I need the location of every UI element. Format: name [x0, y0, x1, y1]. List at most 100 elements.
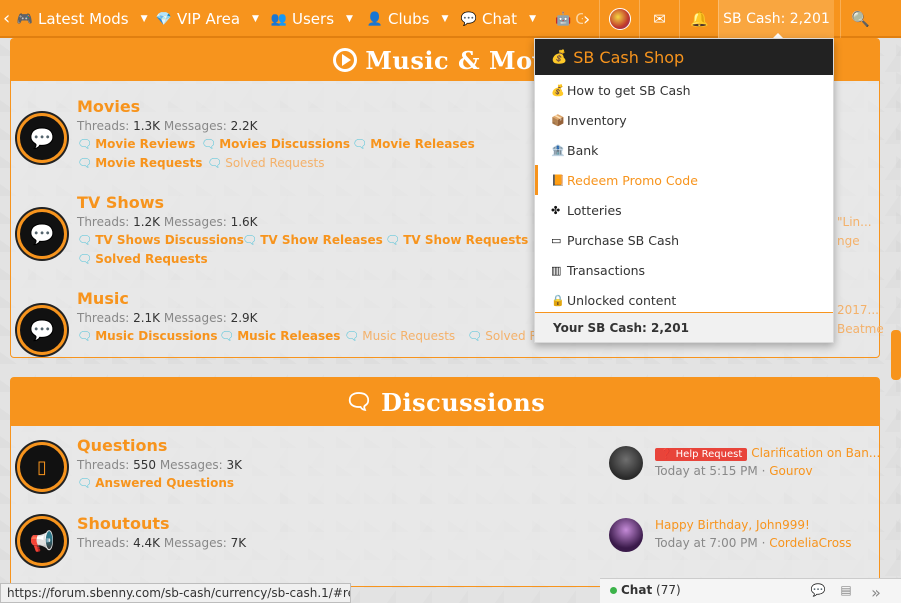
- forum-stats: Threads: 550 Messages: 3K: [77, 458, 243, 472]
- chevron-down-icon[interactable]: ▼: [141, 14, 148, 24]
- chat-bubble-icon: 🗨: [77, 233, 93, 247]
- menu-item-inventory[interactable]: 📦 Inventory: [535, 105, 833, 135]
- chat-bubble-icon: 🗨: [77, 137, 93, 151]
- subforum-link[interactable]: 🗨 Answered Questions: [77, 476, 234, 490]
- chat-bubble-icon: 🗨: [352, 137, 368, 151]
- sb-cash-button[interactable]: SB Cash: 2,201: [718, 0, 834, 40]
- nav-users[interactable]: 👥 Users ▼: [270, 0, 353, 38]
- search-icon: 🔍: [851, 10, 870, 28]
- forum-stats: Threads: 4.4K Messages: 7K: [77, 536, 247, 550]
- forum-stats: Threads: 1.2K Messages: 1.6K: [77, 215, 258, 229]
- box-icon: 📦: [551, 113, 565, 127]
- subforum-link[interactable]: 🗨 Music Releases: [219, 329, 340, 343]
- latest-post-fragment[interactable]: Beatme: [837, 322, 884, 336]
- scrollbar-thumb[interactable]: [891, 330, 901, 380]
- panel-title: Discussions: [381, 387, 546, 417]
- chevron-right-icon[interactable]: »: [868, 583, 884, 602]
- discussions-header[interactable]: 🗨 Discussions: [11, 378, 879, 426]
- rss-icon[interactable]: ▤: [838, 583, 854, 599]
- latest-post-fragment[interactable]: "Lin...: [837, 215, 872, 229]
- feedback-icon[interactable]: 💬: [810, 583, 826, 599]
- sb-cash-label: SB Cash: 2,201: [723, 11, 830, 27]
- bell-icon: 🔔: [690, 10, 709, 28]
- latest-post-fragment[interactable]: 2017...: [837, 303, 879, 317]
- chat-bubble-icon: 🗨: [207, 156, 223, 170]
- chat-bubble-icon: 🗨: [242, 233, 258, 247]
- chat-toggle[interactable]: Chat (77): [610, 583, 681, 597]
- subforum-link[interactable]: 🗨 TV Shows Discussions: [77, 233, 244, 247]
- subforum-link[interactable]: 🗨 Movie Requests: [77, 156, 202, 170]
- clover-icon: ✤: [551, 203, 561, 217]
- diamond-icon: 💎: [155, 11, 173, 27]
- nav-chat[interactable]: 💬 Chat ▼: [460, 0, 536, 38]
- latest-post-fragment[interactable]: nge: [837, 234, 860, 248]
- forum-title[interactable]: Music: [77, 289, 129, 308]
- search-button[interactable]: 🔍: [840, 0, 880, 38]
- forum-shoutouts: 📢 Shoutouts Threads: 4.4K Messages: 7K H…: [11, 512, 879, 582]
- menu-item-bank[interactable]: 🏦 Bank: [535, 135, 833, 165]
- avatar[interactable]: [609, 446, 643, 480]
- discussions-panel: 🗨 Discussions ▯ Questions Threads: 550 M…: [10, 377, 880, 587]
- subforum-link[interactable]: 🗨 Solved Requests: [77, 252, 208, 266]
- latest-post-title[interactable]: ❓ Help Request Clarification on Ban...: [655, 446, 880, 461]
- nav-vip-area-label: VIP Area: [177, 10, 241, 28]
- forum-title[interactable]: Shoutouts: [77, 514, 170, 533]
- chat-bubble-icon: 🗨: [77, 476, 93, 490]
- alerts-button[interactable]: 🔔: [679, 0, 719, 38]
- subforum-link[interactable]: 🗨 Solved Requests: [207, 156, 324, 170]
- nav-clubs[interactable]: 👤 Clubs ▼: [366, 0, 449, 38]
- account-avatar-button[interactable]: [599, 0, 639, 38]
- scroll-left-arrow-icon[interactable]: ‹: [3, 9, 17, 29]
- sb-cash-menu-title: SB Cash Shop: [573, 47, 685, 67]
- subforum-link[interactable]: 🗨 Music Discussions: [77, 329, 217, 343]
- latest-post-title[interactable]: Happy Birthday, John999!: [655, 518, 810, 532]
- subforum-link[interactable]: 🗨 Movies Discussions: [201, 137, 350, 151]
- chat-bubble-icon: 💬: [460, 11, 478, 27]
- avatar[interactable]: [609, 518, 643, 552]
- chat-bubble-icon: 🗨: [201, 137, 217, 151]
- menu-item-unlocked-content[interactable]: 🔒 Unlocked content: [535, 285, 833, 315]
- menu-item-transactions[interactable]: ▥ Transactions: [535, 255, 833, 285]
- forum-title[interactable]: Movies: [77, 97, 140, 116]
- nav-games[interactable]: 🤖 G: [555, 0, 583, 38]
- users-icon: 👥: [270, 11, 288, 27]
- envelope-icon: ✉: [653, 10, 666, 28]
- scroll-right-arrow-icon[interactable]: ›: [583, 9, 590, 30]
- nav-latest-mods[interactable]: 🎮 Latest Mods ▼: [16, 0, 148, 38]
- subforum-link[interactable]: 🗨 TV Show Releases: [242, 233, 383, 247]
- help-request-badge: ❓ Help Request: [655, 448, 748, 461]
- forum-title[interactable]: Questions: [77, 436, 167, 455]
- subforum-link[interactable]: 🗨 Movie Reviews: [77, 137, 195, 151]
- sb-cash-menu: 💰 SB Cash Shop 💰 How to get SB Cash 📦 In…: [534, 38, 834, 343]
- forum-title[interactable]: TV Shows: [77, 193, 164, 212]
- subforum-link[interactable]: 🗨 Music Requests: [344, 329, 455, 343]
- chevron-down-icon[interactable]: ▼: [529, 14, 536, 24]
- menu-item-redeem-promo[interactable]: 📙 Redeem Promo Code: [535, 165, 833, 195]
- latest-post-user[interactable]: CordeliaCross: [769, 536, 851, 550]
- chat-bubble-icon: 🗨: [77, 329, 93, 343]
- robot-icon: 🤖: [555, 11, 572, 27]
- chevron-down-icon[interactable]: ▼: [252, 14, 259, 24]
- inbox-button[interactable]: ✉: [639, 0, 679, 38]
- latest-post: Happy Birthday, John999! Today at 7:00 P…: [609, 518, 869, 558]
- chevron-down-icon[interactable]: ▼: [346, 14, 353, 24]
- latest-post-user[interactable]: Gourov: [769, 464, 812, 478]
- menu-item-purchase[interactable]: ▭ Purchase SB Cash: [535, 225, 833, 255]
- nav-vip-area[interactable]: 💎 VIP Area ▼: [155, 0, 259, 38]
- menu-item-lotteries[interactable]: ✤ Lotteries: [535, 195, 833, 225]
- subforum-link[interactable]: 🗨 Solved R: [467, 329, 538, 343]
- subforum-link[interactable]: 🗨 Movie Releases: [352, 137, 475, 151]
- menu-item-how-to-get[interactable]: 💰 How to get SB Cash: [535, 75, 833, 105]
- question-icon: ▯: [17, 442, 67, 492]
- chat-bubble-icon: 🗨: [344, 329, 360, 343]
- nav-clubs-label: Clubs: [388, 10, 430, 28]
- subforum-link[interactable]: 🗨 TV Show Requests: [385, 233, 528, 247]
- chevron-down-icon[interactable]: ▼: [441, 14, 448, 24]
- chat-bubble-icon: 🗨: [219, 329, 235, 343]
- avatar: [608, 8, 631, 30]
- chat-bubble-icon: 🗨: [77, 156, 93, 170]
- chat-bubble-icon: 🗨: [77, 252, 93, 266]
- megaphone-icon: 📢: [17, 516, 67, 566]
- credit-card-icon: ▭: [551, 233, 562, 247]
- sb-cash-menu-header[interactable]: 💰 SB Cash Shop: [535, 39, 833, 75]
